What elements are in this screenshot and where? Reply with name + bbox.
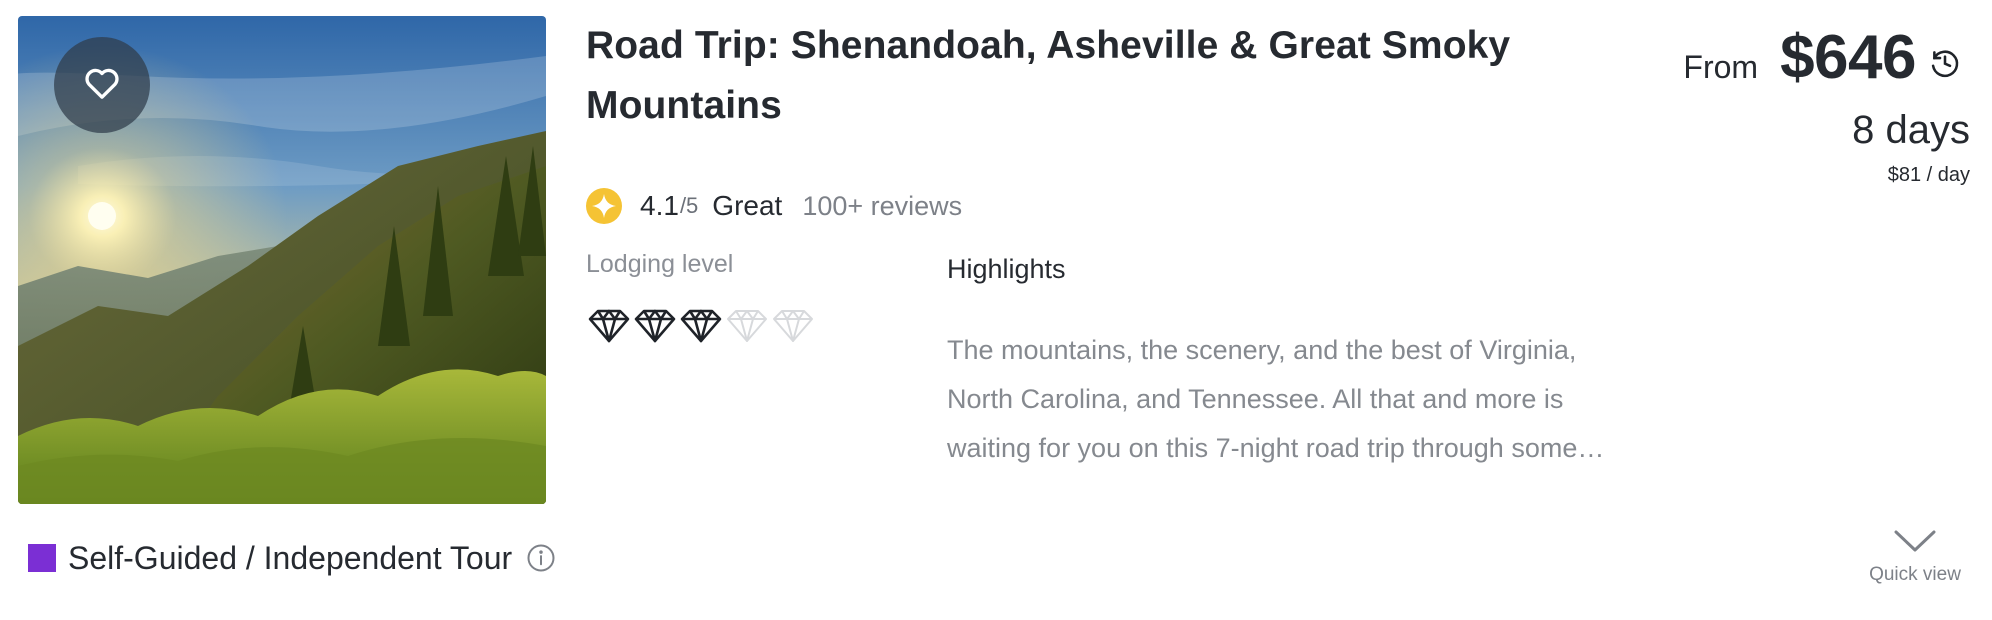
diamond-filled-icon (678, 306, 724, 346)
heart-outline-icon (81, 63, 123, 108)
rating-star-badge-icon (586, 188, 622, 224)
diamond-filled-icon (632, 306, 678, 346)
highlights-text: The mountains, the scenery, and the best… (947, 335, 1605, 463)
reviews-link[interactable]: 100+ reviews (802, 191, 962, 222)
lodging-level-label: Lodging level (586, 250, 734, 278)
rating-label: Great (712, 190, 783, 221)
tour-type-color-swatch (28, 544, 56, 572)
lodging-level-rating (586, 306, 816, 346)
price-from-label: From (1683, 49, 1759, 85)
rating-score: 4.1 (640, 190, 679, 221)
tour-type: Self-Guided / Independent Tour (28, 536, 556, 580)
price-block: From $646 (1683, 22, 1962, 93)
diamond-empty-icon (724, 306, 770, 346)
tour-title[interactable]: Road Trip: Shenandoah, Asheville & Great… (586, 16, 1546, 136)
info-icon[interactable] (526, 543, 556, 573)
highlights-heading: Highlights (947, 254, 1066, 284)
tour-duration: 8 days (1852, 108, 1970, 152)
price-history-icon[interactable] (1928, 46, 1962, 80)
rating-row: 4.1 /5 Great 100+ reviews (586, 184, 962, 228)
favorite-button[interactable] (54, 37, 150, 133)
quick-view-button[interactable]: Quick view (1860, 526, 1970, 586)
rating-max: /5 (679, 193, 699, 218)
diamond-filled-icon (586, 306, 632, 346)
diamond-empty-icon (770, 306, 816, 346)
tour-type-label: Self-Guided / Independent Tour (68, 539, 513, 576)
price-per-day: $81 / day (1887, 164, 1970, 186)
quick-view-label: Quick view (1869, 564, 1961, 585)
chevron-down-icon (1892, 526, 1938, 556)
price-value: $646 (1780, 23, 1916, 92)
